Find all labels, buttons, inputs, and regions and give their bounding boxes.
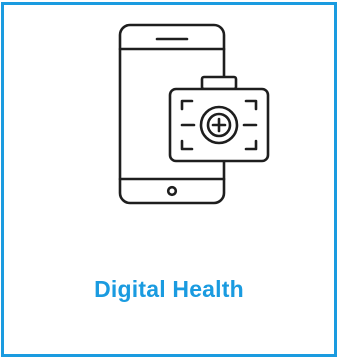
- phone-medical-kit-icon: [84, 19, 284, 209]
- card-title[interactable]: Digital Health: [4, 276, 334, 303]
- digital-health-card[interactable]: Digital Health: [1, 2, 337, 357]
- kit-handle: [200, 75, 238, 91]
